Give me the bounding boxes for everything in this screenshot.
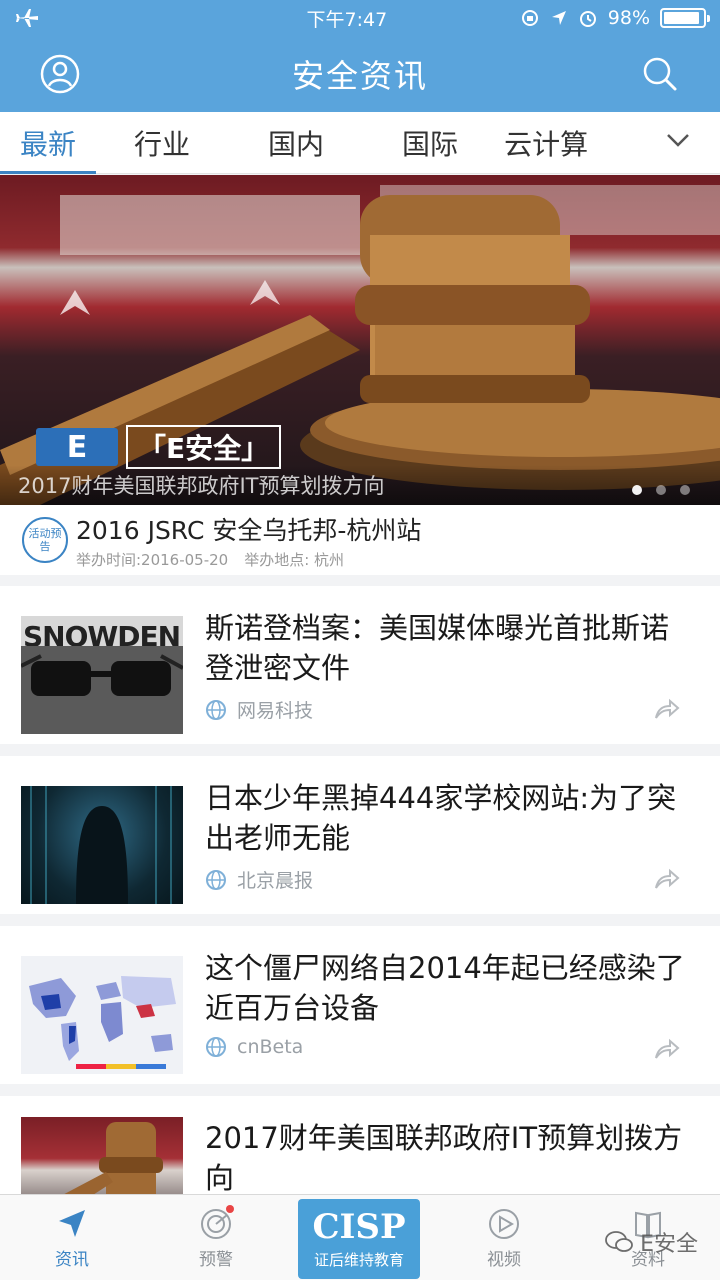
globe-icon — [206, 869, 226, 890]
nav-alert[interactable]: 预警 — [156, 1195, 276, 1280]
carousel-dot[interactable] — [632, 485, 642, 495]
logo-letter: E — [36, 428, 118, 466]
tab-latest[interactable]: 最新 — [0, 112, 97, 174]
news-thumbnail — [21, 786, 183, 904]
banner-caption: 2017财年美国联邦政府IT预算划拨方向 — [0, 465, 720, 505]
share-icon — [655, 698, 680, 719]
nav-video[interactable]: 视频 — [444, 1195, 564, 1280]
notification-dot — [226, 1205, 234, 1213]
status-time: 下午7:47 — [306, 8, 388, 31]
orientation-lock-icon — [521, 10, 538, 26]
nav-video-label: 视频 — [487, 1249, 521, 1270]
news-title: 斯诺登档案：美国媒体曝光首批斯诺登泄密文件 — [205, 611, 670, 685]
carousel-indicator — [632, 485, 690, 495]
paper-plane-icon — [59, 1209, 85, 1237]
news-source: 网易科技 — [205, 696, 313, 723]
share-button[interactable] — [654, 1038, 680, 1064]
news-source-name: 网易科技 — [237, 700, 314, 722]
world-map-image — [29, 976, 176, 1069]
cisp-subtitle: 证后维持教育 — [313, 1250, 404, 1269]
wechat-watermark: E安全 — [604, 1226, 698, 1258]
chevron-down-icon — [667, 134, 689, 147]
cisp-title: CISP — [312, 1206, 406, 1247]
location-icon — [551, 11, 566, 25]
category-tabs: 最新 行业 国内 国际 云计算 — [0, 112, 720, 174]
battery-percent: 98% — [607, 7, 650, 29]
share-button[interactable] — [654, 868, 680, 894]
wechat-icon — [605, 1231, 633, 1252]
logo-text: 「E安全」 — [126, 425, 282, 469]
hacker-image — [30, 786, 172, 904]
news-item[interactable]: 2017财年美国联邦政府IT预算划拨方向 — [0, 1096, 720, 1194]
news-source-name: 北京晨报 — [237, 870, 314, 892]
airplane-mode-icon — [16, 9, 38, 27]
news-title: 2017财年美国联邦政府IT预算划拨方向 — [205, 1121, 683, 1194]
cisp-education-button[interactable]: CISP 证后维持教育 — [298, 1199, 420, 1279]
event-notice[interactable]: 活动预告 2016 JSRC 安全乌托邦-杭州站 举办时间:2016-05-20… — [0, 505, 720, 575]
e-security-logo: E 「E安全」 — [36, 425, 282, 469]
news-title: 日本少年黑掉444家学校网站:为了突出老师无能 — [205, 781, 677, 855]
page-title: 安全资讯 — [291, 57, 428, 95]
tab-industry[interactable]: 行业 — [114, 112, 210, 174]
news-thumbnail — [21, 1117, 183, 1194]
news-thumbnail: SNOWDEN — [21, 616, 183, 734]
share-icon — [655, 868, 680, 889]
search-icon — [643, 57, 677, 91]
carousel-dot[interactable] — [680, 485, 690, 495]
more-tabs-button[interactable] — [664, 126, 692, 158]
news-title: 这个僵尸网络自2014年起已经感染了近百万台设备 — [205, 951, 685, 1025]
event-badge: 活动预告 — [22, 517, 68, 563]
carousel-dot[interactable] — [656, 485, 666, 495]
alarm-icon — [579, 11, 596, 27]
news-source: 北京晨报 — [205, 866, 313, 893]
face-image — [21, 646, 183, 734]
news-item[interactable]: SNOWDEN 斯诺登档案：美国媒体曝光首批斯诺登泄密文件 网易科技 — [0, 586, 720, 744]
profile-button[interactable] — [40, 54, 80, 94]
news-source: cnBeta — [205, 1036, 303, 1058]
event-title: 2016 JSRC 安全乌托邦-杭州站 — [76, 515, 422, 545]
event-place: 举办地点: 杭州 — [244, 550, 345, 569]
tab-international[interactable]: 国际 — [382, 112, 478, 174]
user-icon — [40, 54, 80, 94]
news-item[interactable]: 日本少年黑掉444家学校网站:为了突出老师无能 北京晨报 — [0, 756, 720, 914]
nav-news-label: 资讯 — [55, 1249, 89, 1270]
news-source-name: cnBeta — [237, 1036, 304, 1058]
share-icon — [655, 1038, 680, 1059]
featured-banner[interactable]: E 「E安全」 2017财年美国联邦政府IT预算划拨方向 — [0, 175, 720, 505]
news-thumbnail — [21, 956, 183, 1074]
nav-alert-label: 预警 — [199, 1249, 233, 1270]
tab-domestic[interactable]: 国内 — [248, 112, 344, 174]
play-icon — [489, 1208, 519, 1239]
globe-icon — [206, 1037, 226, 1057]
gavel-image — [64, 1122, 163, 1194]
nav-news[interactable]: 资讯 — [12, 1195, 132, 1280]
watermark-text: E安全 — [640, 1232, 698, 1257]
tab-cloud[interactable]: 云计算 — [484, 112, 608, 174]
search-button[interactable] — [640, 54, 680, 94]
status-bar: 下午7:47 98% — [0, 0, 720, 36]
app-header: 下午7:47 98% 安全资讯 — [0, 0, 720, 112]
globe-icon — [206, 699, 226, 720]
battery-icon — [660, 8, 710, 28]
share-button[interactable] — [654, 698, 680, 724]
event-time: 举办时间:2016-05-20 — [76, 550, 229, 569]
news-item[interactable]: 这个僵尸网络自2014年起已经感染了近百万台设备 cnBeta — [0, 926, 720, 1084]
